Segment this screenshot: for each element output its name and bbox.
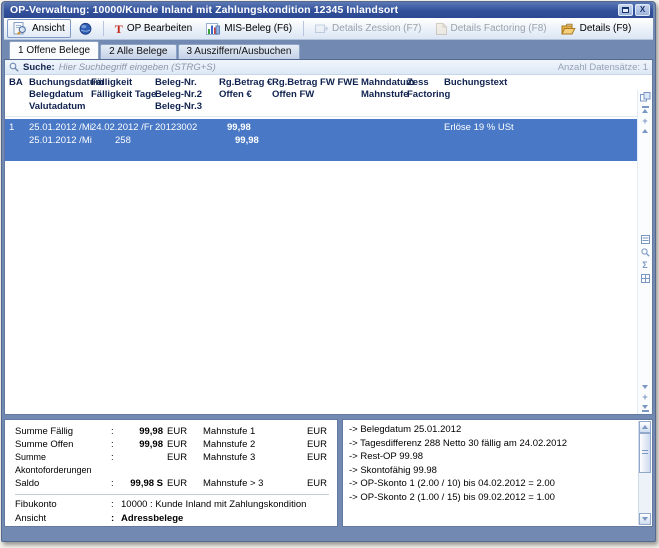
col-mahndatum[interactable]: MahndatumMahnstufe [361,77,407,113]
ansicht-button[interactable]: Ansicht [7,19,71,38]
title-bar[interactable]: OP-Verwaltung: 10000/Kunde Inland mit Za… [4,2,653,18]
toolbar-separator [103,21,104,36]
col-ba[interactable]: BA [9,77,29,113]
grid-side-toolbar: + Σ [637,90,652,414]
tab-offene-belege[interactable]: 1 Offene Belege [9,41,99,59]
mis-beleg-label: MIS-Beleg (F6) [224,23,292,34]
details-factoring-label: Details Factoring (F8) [451,23,547,34]
detail-line: -> Tagesdifferenz 288 Netto 30 fällig am… [349,437,634,451]
divider [15,494,329,495]
list-view-icon[interactable] [641,235,650,244]
summary-row: Summe Fällig : 99,98 EUR Mahnstufe 1 EUR [15,425,329,438]
globe-button[interactable] [73,19,98,38]
zession-document-icon [315,23,328,34]
bottom-section: Summe Fällig : 99,98 EUR Mahnstufe 1 EUR… [4,419,653,527]
restore-icon [622,7,629,13]
grid-edit-icon[interactable] [641,274,650,283]
detail-line: -> OP-Skonto 2 (1.00 / 15) bis 09.02.201… [349,491,634,505]
main-panel: Suche: Anzahl Datensätze: 1 BA Buchungsd… [4,59,653,415]
bar-chart-icon [206,23,220,35]
summary-row: Saldo : 99,98 S EUR Mahnstufe > 3 EUR [15,477,329,490]
folder-icon [561,23,576,35]
col-faelligkeit[interactable]: FälligkeitFälligkeit Tage [91,77,155,113]
details-zession-button: Details Zession (F7) [309,20,427,37]
cell-buchungstext: Erlöse 19 % USt [444,121,637,161]
col-rg-betrag-fw[interactable]: Rg.Betrag FW FWEOffen FW [272,77,361,113]
detail-line: -> Skontofähig 99.98 [349,464,634,478]
vertical-scrollbar[interactable] [638,421,651,525]
view-magnifier-icon [13,22,28,35]
cell-dates: 25.01.2012 /Mi25.01.2012 /Mi [29,121,91,161]
scroll-bottom-icon[interactable] [642,405,649,412]
record-count: Anzahl Datensätze: 1 [558,62,648,73]
scroll-up-button[interactable] [639,421,651,433]
table-row[interactable]: 1 25.01.2012 /Mi25.01.2012 /Mi 24.02.201… [5,119,637,161]
cell-mahndatum [361,121,407,161]
cell-faelligkeit: 24.02.2012 /Fr258 [91,121,155,161]
sum-icon[interactable]: Σ [642,261,647,270]
summary-row: Summe Akontoforderungen : EUR Mahnstufe … [15,451,329,477]
search-bar: Suche: Anzahl Datensätze: 1 [5,60,652,75]
scroll-page-down-icon[interactable]: + [642,393,647,401]
scroll-down-button[interactable] [639,513,651,525]
close-window-button[interactable]: X [635,4,650,16]
search-grid-icon[interactable] [641,248,650,257]
cell-betrag-fw [272,121,361,161]
details-factoring-button: Details Factoring (F8) [430,20,553,38]
scroll-up-icon[interactable] [642,129,648,133]
tab-strip: 1 Offene Belege 2 Alle Belege 3 Ausziffe… [4,40,653,59]
tab-ausziffern-ausbuchen[interactable]: 3 Ausziffern/Ausbuchen [178,44,301,59]
window-title: OP-Verwaltung: 10000/Kunde Inland mit Za… [10,4,618,16]
detail-line: -> Belegdatum 25.01.2012 [349,423,634,437]
op-bearbeiten-label: OP Bearbeiten [127,23,192,34]
detail-line: -> Rest-OP 99.98 [349,450,634,464]
search-input[interactable] [59,62,554,73]
op-bearbeiten-button[interactable]: T OP Bearbeiten [109,20,198,38]
factoring-document-icon [436,23,447,35]
grid-tools: Σ [641,235,650,283]
summary-panel: Summe Fällig : 99,98 EUR Mahnstufe 1 EUR… [4,419,338,527]
edit-op-icon: T [115,23,123,35]
col-buchungsdatum[interactable]: BuchungsdatumBelegdatumValutadatum [29,77,91,113]
details-label: Details (F9) [580,23,632,34]
col-zess[interactable]: ZessFactoring [407,77,444,113]
mis-beleg-button[interactable]: MIS-Beleg (F6) [200,20,298,38]
fibukonto-row: Fibukonto : 10000 : Kunde Inland mit Zah… [15,498,329,512]
details-zession-label: Details Zession (F7) [332,23,421,34]
detail-line: -> OP-Skonto 1 (2.00 / 10) bis 04.02.201… [349,477,634,491]
details-button[interactable]: Details (F9) [555,20,638,38]
summary-row: Summe Offen : 99,98 EUR Mahnstufe 2 EUR [15,438,329,451]
scroll-down-icon[interactable] [642,385,648,389]
cell-beleg-nr: 20123002 [155,121,219,161]
scrollbar-thumb[interactable] [639,433,651,473]
restore-window-button[interactable] [618,4,633,16]
toolbar: Ansicht T OP Bearbeiten MIS-Beleg (F6) [4,18,653,40]
ansicht-label: Ansicht [32,23,65,34]
details-info-panel: -> Belegdatum 25.01.2012 -> Tagesdiffere… [342,419,653,527]
col-beleg-nr[interactable]: Beleg-Nr.Beleg-Nr.2Beleg-Nr.3 [155,77,219,113]
cell-zess [407,121,444,161]
toolbar-separator [303,21,304,36]
globe-icon [79,22,92,35]
grid-header: BA BuchungsdatumBelegdatumValutadatum Fä… [5,75,637,117]
search-label: Suche: [23,62,55,73]
app-window: OP-Verwaltung: 10000/Kunde Inland mit Za… [1,1,656,542]
scroll-page-up-icon[interactable]: + [642,117,647,125]
col-rg-betrag[interactable]: Rg.Betrag €Offen € [219,77,272,113]
cell-betraege: 99,9899,98 [219,121,272,161]
column-chooser-icon[interactable] [640,92,651,102]
cell-ba: 1 [9,121,29,161]
search-icon [9,62,19,72]
tab-alle-belege[interactable]: 2 Alle Belege [100,44,176,59]
ansicht-row: Ansicht : Adressbelege [15,512,329,526]
grid-area: BA BuchungsdatumBelegdatumValutadatum Fä… [5,75,652,414]
col-buchungstext[interactable]: Buchungstext [444,77,637,113]
scroll-top-icon[interactable] [642,106,649,113]
